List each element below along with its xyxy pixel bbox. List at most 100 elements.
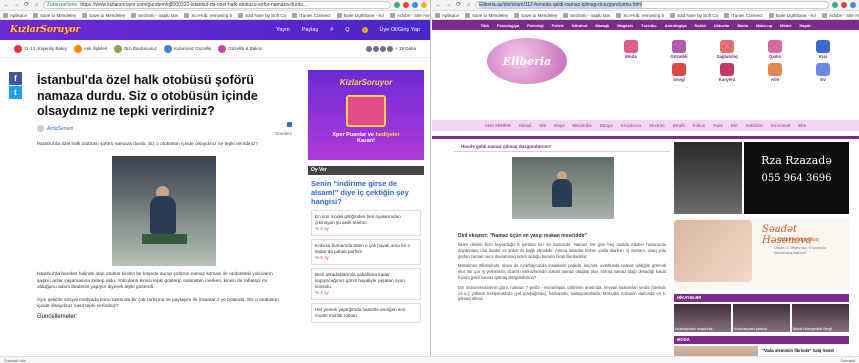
author-name[interactable]: ArdaSerseri xyxy=(47,126,73,132)
topbar-link[interactable]: Pəhriz xyxy=(552,23,564,28)
menu-item[interactable]: Din xyxy=(731,123,738,128)
bookmark-item[interactable]: Save to Mendeley xyxy=(465,12,508,18)
topbar-link[interactable]: İstirahət xyxy=(572,23,588,28)
promo-banner[interactable]: KizlarSoruyor Xper Puanlar ve hediyeler K… xyxy=(308,70,424,160)
bookmark-item[interactable]: Sad Note by Soft Cu xyxy=(238,12,286,18)
bookmark-item[interactable]: iTunes Connect xyxy=(724,12,763,18)
nav-yayin[interactable]: Yayın xyxy=(276,27,290,33)
bookmark-item[interactable]: Adobe - Site Area Ti xyxy=(390,12,430,18)
poll-title[interactable]: Senin "indirime girse de alsam!" diye iç… xyxy=(311,179,421,206)
category-item[interactable]: Güzellik & Bakım xyxy=(218,44,263,53)
category-icon-item[interactable]: Gözəllik xyxy=(655,40,703,59)
topbar-link[interactable]: Psixologiya xyxy=(497,23,519,28)
menu-item[interactable]: Dəhlizlər xyxy=(746,123,763,128)
bookmark-item[interactable]: Sci-Hub: removing b xyxy=(184,12,232,18)
bookmark-item[interactable]: Seznam - najdu tam xyxy=(131,12,178,18)
topbar-link[interactable]: Magazin xyxy=(617,23,633,28)
article-breadcrumb[interactable]: Həndə gəldi namaz qılmaq düzgündürmü? xyxy=(454,142,670,152)
menu-item[interactable]: Din xyxy=(539,123,546,128)
bookmark-item[interactable]: Sci-Hub: removing b xyxy=(616,12,664,18)
reload-icon[interactable]: ⟳ xyxy=(455,2,462,9)
login-link[interactable]: Üye Ol/Giriş Yap xyxy=(380,27,420,33)
nav-paylas[interactable]: Paylaş xyxy=(302,27,319,33)
back-icon[interactable]: ← xyxy=(435,2,442,9)
poll-option[interactable]: Her yemek yaptığımda hasretle andığım so… xyxy=(311,303,421,323)
category-icon-item[interactable]: Kişi xyxy=(799,40,847,59)
menu-item[interactable]: Müsahibə xyxy=(572,123,591,128)
extension-icon[interactable] xyxy=(403,2,409,8)
home-icon[interactable]: ⌂ xyxy=(465,2,472,9)
category-tag[interactable]: Gündem xyxy=(275,131,292,136)
bookmark-item[interactable]: iTunes Connect xyxy=(292,12,331,18)
topbar-link[interactable]: Təcrübə xyxy=(641,23,657,28)
bookmark-item[interactable]: Sad Note by Soft Cu xyxy=(670,12,718,18)
notification-badge[interactable]: 2 xyxy=(361,27,368,33)
menu-item[interactable]: Incəsənət xyxy=(771,123,790,128)
menu-item[interactable]: Köşə xyxy=(554,123,564,128)
story-thumb[interactable]: Murat Huseyinakh Sevgi xyxy=(792,304,849,332)
category-icon-item[interactable]: Ailə xyxy=(751,63,799,82)
category-icon-item[interactable]: Moda xyxy=(607,40,655,59)
topbar-link[interactable]: Mebel xyxy=(780,23,791,28)
forward-icon[interactable]: → xyxy=(13,2,20,9)
ad-banner-cosmetologist[interactable]: Səadət Həsənova həkim-kosmetoloq Ünvan: … xyxy=(674,218,849,290)
topbar-link[interactable]: Make-up xyxy=(756,23,772,28)
menu-item[interactable]: Dünya xyxy=(600,123,613,128)
extension-icon[interactable] xyxy=(394,2,400,8)
nav-hashtag[interactable]: # xyxy=(330,27,333,33)
menu-item[interactable]: Ətraflı xyxy=(673,123,685,128)
category-item[interactable]: Aşk İlişkileri xyxy=(73,44,107,53)
extension-icon[interactable] xyxy=(850,2,856,8)
avatar-group[interactable]: + 19 Daha xyxy=(365,44,416,53)
bookmark-item[interactable]: Save to Mendeley xyxy=(514,12,557,18)
extension-icon[interactable] xyxy=(841,2,847,8)
topbar-link[interactable]: Nəhid xyxy=(695,23,706,28)
category-item[interactable]: Bizi Dardusunuz xyxy=(114,44,157,53)
ad-banner-rza[interactable]: Rza Rzazadə 055 964 3696 xyxy=(674,142,849,214)
extension-icon[interactable] xyxy=(421,2,427,8)
address-bar[interactable]: Zabezpečeno https://www.kizlarsoruyor.com… xyxy=(43,1,391,9)
bookmark-item[interactable]: Ejole Lightbane - Kri xyxy=(768,12,816,18)
back-icon[interactable]: ← xyxy=(3,2,10,9)
menu-item[interactable]: Elm xyxy=(798,123,806,128)
bookmark-item[interactable]: Aplikace xyxy=(435,12,459,18)
story-thumb[interactable]: Azərbaycanlı məşhurlar xyxy=(674,304,731,332)
menu-item[interactable]: Aktual xyxy=(519,123,532,128)
extension-icon[interactable] xyxy=(832,2,838,8)
bookmark-item[interactable]: Ejole Lightbane - Kri xyxy=(336,12,384,18)
category-icon-item[interactable]: Karyera xyxy=(703,63,751,82)
topbar-link[interactable]: Tibb xyxy=(481,23,489,28)
category-icon-item[interactable] xyxy=(607,63,655,82)
comment-icon[interactable] xyxy=(287,122,292,127)
forward-icon[interactable]: → xyxy=(445,2,452,9)
category-icon-item[interactable]: Qadın xyxy=(751,40,799,59)
menu-item[interactable]: Ekstrim xyxy=(649,123,664,128)
topbar-link[interactable]: Psixoloji xyxy=(527,23,543,28)
reload-icon[interactable]: ⟳ xyxy=(23,2,30,9)
bookmark-item[interactable]: Adobe - Site Area Ti xyxy=(822,12,859,18)
poll-option[interactable]: En son model gittiğinden beri riyalarımd… xyxy=(311,210,421,236)
status-text[interactable]: Zobrazit vše xyxy=(4,358,26,363)
topbar-link[interactable]: Maraqlı xyxy=(595,23,609,28)
site-logo[interactable]: KızlarSoruyor xyxy=(10,25,160,35)
menu-item[interactable]: Tarix xyxy=(713,123,723,128)
avatar[interactable] xyxy=(37,125,44,132)
menu-item[interactable]: ANA SƏHİFƏ xyxy=(485,123,511,128)
bookmark-item[interactable]: Save to Mendeley xyxy=(33,12,76,18)
extension-icon[interactable] xyxy=(412,2,418,8)
twitter-icon[interactable]: t xyxy=(9,86,22,99)
category-item[interactable]: 11-13 Abiyenliş Bakış xyxy=(14,44,67,53)
menu-item[interactable]: Fokus xyxy=(693,123,705,128)
category-icon-item[interactable]: Sevgi xyxy=(655,63,703,82)
topbar-link[interactable]: Astrologiya xyxy=(665,23,687,28)
poll-option[interactable]: Kokusu burnumda tüten o çok havalı ama b… xyxy=(311,239,421,265)
poll-option[interactable]: Benl arkadaşlarımla sabahlara kadar kapı… xyxy=(311,268,421,300)
topbar-link[interactable]: Ulduzlar xyxy=(714,23,730,28)
story-thumb[interactable]: Azərbaycanlı şəxslər xyxy=(733,304,790,332)
nav-search[interactable]: Q xyxy=(345,27,349,33)
status-text[interactable]: Zobrazit xyxy=(841,358,855,363)
home-icon[interactable]: ⌂ xyxy=(33,2,40,9)
bookmark-item[interactable]: Seznam - najdu tam xyxy=(563,12,610,18)
category-icon-item[interactable]: Ev xyxy=(799,63,847,82)
topbar-link[interactable]: Moda xyxy=(737,23,747,28)
